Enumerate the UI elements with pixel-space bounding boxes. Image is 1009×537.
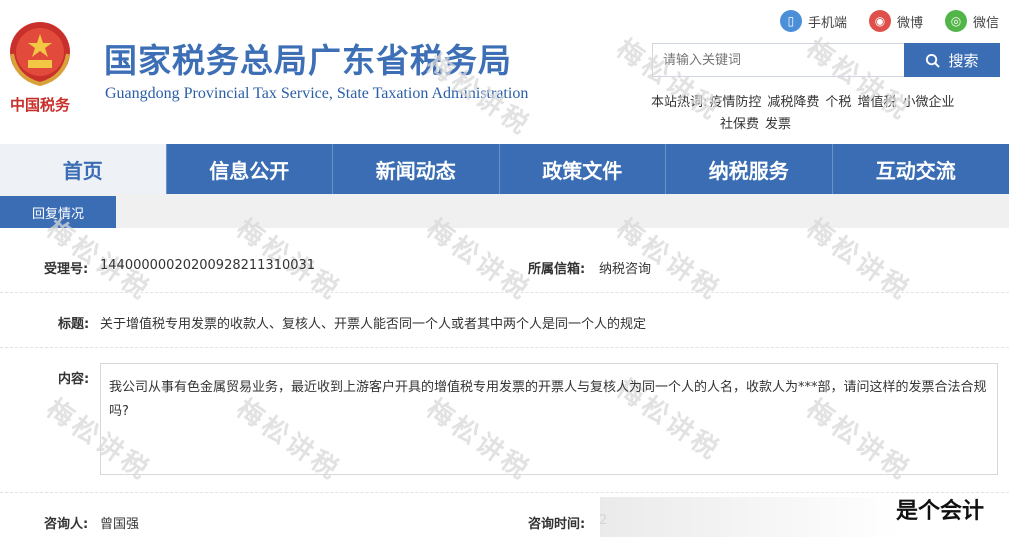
top-links: ▯ 手机端 ◉ 微博 ◎ 微信 [779,10,999,32]
wechat-link[interactable]: ◎ 微信 [944,10,999,32]
acceptance-number-label: 受理号: [44,262,89,277]
nav-info-disclosure[interactable]: 信息公开 [167,144,333,194]
row-divider [0,347,1009,348]
title-label: 标题: [58,317,90,332]
mailbox-value: 纳税咨询 [599,262,652,277]
row-divider [0,292,1009,293]
blur-overlay [600,497,900,537]
phone-icon: ▯ [779,10,802,32]
mailbox-label: 所属信箱: [528,262,586,277]
tab-bar [0,194,1009,228]
asker-value: 曾国强 [100,517,140,532]
hot-term[interactable]: 小微企业 [902,95,954,110]
acceptance-number-value: 1440000002020092821131003​1 [100,258,316,273]
nav-news[interactable]: 新闻动态 [333,144,500,194]
corner-caption: 是个会计 [896,499,985,524]
mobile-link[interactable]: ▯ 手机端 [779,10,847,32]
title-value: 关于增值税专用发票的收款人、复核人、开票人能否同一个人或者其中两个人是同一个人的… [100,317,647,332]
nav-tax-service[interactable]: 纳税服务 [666,144,833,194]
nav-interaction[interactable]: 互动交流 [833,144,1000,194]
site-title: 国家税务总局广东省税务局 [104,41,512,80]
svg-text:中国税务: 中国税务 [10,96,71,114]
content-box: 我公司从事有色金属贸易业务，最近收到上游客户开具的增值税专用发票的开票人与复核人… [100,363,998,475]
hot-term[interactable]: 增值税 [857,95,896,110]
nav-home[interactable]: 首页 [0,144,167,194]
hot-term[interactable]: 减税降费 [767,95,819,110]
row-divider [0,492,1009,493]
nav-policy[interactable]: 政策文件 [500,144,666,194]
weibo-icon: ◉ [868,10,891,32]
hot-terms: 本站热词: 疫情防控 减税降费 个税 增值税 小微企业社保费 发票 [651,92,996,136]
tax-emblem-logo: 中国税务 [4,18,76,116]
wechat-icon: ◎ [944,10,967,32]
asker-label: 咨询人: [44,517,89,532]
hot-term[interactable]: 发票 [765,117,791,132]
hot-term[interactable]: 社保费 [720,117,759,132]
site-subtitle: Guangdong Provincial Tax Service, State … [105,85,529,102]
content-label: 内容: [58,372,90,387]
weibo-link[interactable]: ◉ 微博 [868,10,923,32]
main-nav: 首页 信息公开 新闻动态 政策文件 纳税服务 互动交流 [0,144,1009,194]
search-input[interactable] [652,43,904,77]
hot-term[interactable]: 疫情防控 [709,95,761,110]
search-button[interactable]: 搜索 [904,43,1000,77]
tab-reply-status[interactable]: 回复情况 [0,196,116,228]
search-icon [926,53,941,68]
hot-term[interactable]: 个税 [825,95,851,110]
hot-terms-label: 本站热词: [651,95,708,110]
consult-time-label: 咨询时间: [528,517,586,532]
